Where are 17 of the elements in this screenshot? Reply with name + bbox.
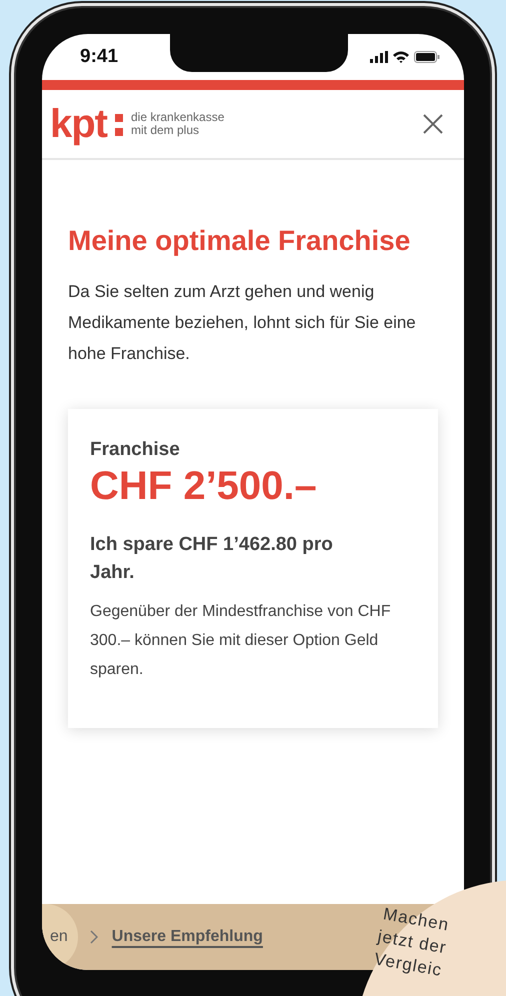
franchise-amount: CHF 2’500.– — [90, 463, 318, 509]
note-text: Gegenüber der Mindestfranchise von CHF 300.– können Sie mit dieser Option Geld sparen. — [90, 602, 392, 680]
brand-logo: kpt — [50, 104, 107, 144]
card-label: Franchise — [90, 439, 181, 461]
battery-icon — [414, 51, 440, 63]
close-button[interactable] — [422, 113, 444, 135]
wifi-icon — [393, 51, 409, 63]
intro-text: Da Sie selten zum Arzt gehen und wenig Medikamente beziehen, lohnt sich für Sie eine hohe Franchise. — [68, 281, 417, 365]
savings-text: Ich spare CHF 1’462.80 pro Jahr. — [90, 533, 334, 585]
breadcrumb-link[interactable]: Unsere Empfehlung — [112, 928, 263, 946]
page-title: Meine optimale Franchise — [68, 224, 412, 258]
signal-icon — [370, 51, 388, 63]
promo-text: Machen jetzt der Vergleic — [372, 903, 452, 982]
colon-mark-icon — [115, 111, 123, 137]
status-time: 9:41 — [80, 46, 118, 68]
brand-tagline: die krankenkasse mit dem plus — [131, 111, 224, 137]
chevron-icon — [90, 930, 98, 944]
